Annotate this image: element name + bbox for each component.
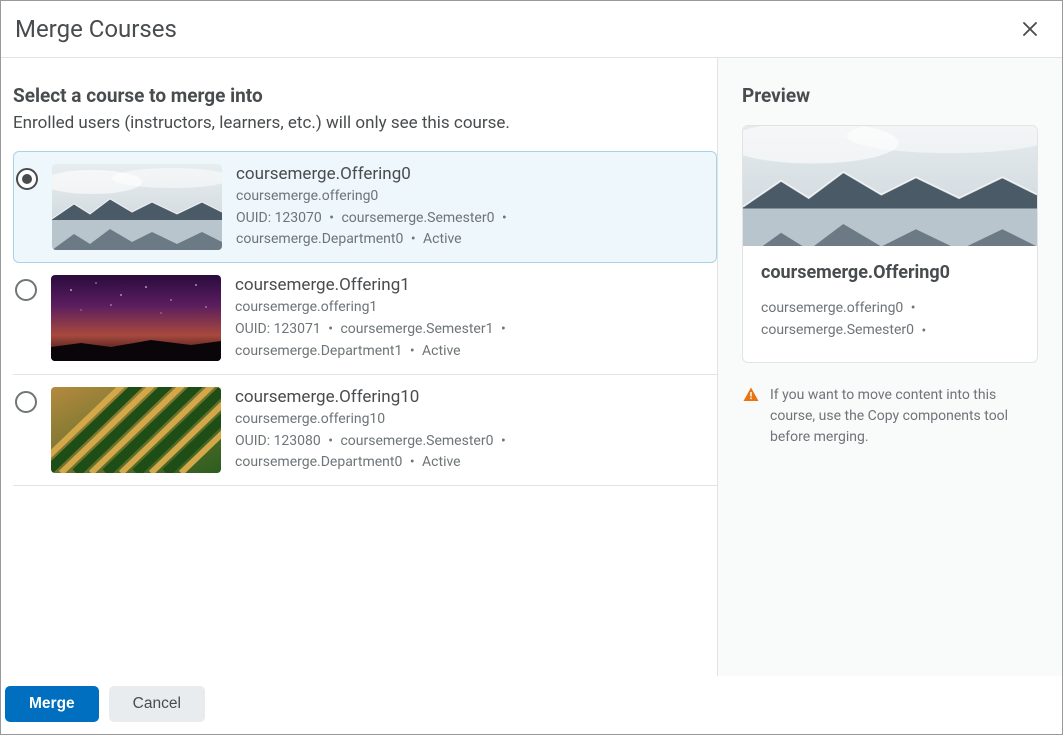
course-name: coursemerge.Offering10	[235, 387, 705, 407]
course-item[interactable]: coursemerge.Offering10 coursemerge.offer…	[13, 375, 717, 486]
preview-warning: If you want to move content into this co…	[742, 385, 1038, 448]
warning-icon	[742, 386, 760, 404]
preview-course-code: coursemerge.offering0 •	[761, 297, 1019, 319]
course-code: coursemerge.offering10	[235, 411, 705, 427]
course-details: coursemerge.Offering10 coursemerge.offer…	[235, 387, 705, 473]
dialog-footer: Merge Cancel	[1, 676, 1062, 734]
course-list: coursemerge.Offering0 coursemerge.offeri…	[13, 151, 717, 486]
dialog-header: Merge Courses	[1, 1, 1062, 58]
radio-button[interactable]	[15, 279, 37, 301]
course-meta: OUID: 123080 • coursemerge.Semester0 • c…	[235, 431, 705, 473]
section-heading: Select a course to merge into	[13, 84, 717, 107]
course-selection-pane: Select a course to merge into Enrolled u…	[1, 58, 717, 676]
course-meta: OUID: 123070 • coursemerge.Semester0 • c…	[236, 208, 704, 250]
course-code: coursemerge.offering1	[235, 299, 705, 315]
course-item[interactable]: coursemerge.Offering1 coursemerge.offeri…	[13, 263, 717, 374]
preview-card: coursemerge.Offering0 coursemerge.offeri…	[742, 125, 1038, 363]
preview-pane: Preview coursemerge.Offering0 coursemerg…	[717, 58, 1062, 676]
cancel-button[interactable]: Cancel	[109, 686, 205, 722]
preview-warning-text: If you want to move content into this co…	[770, 385, 1038, 448]
course-details: coursemerge.Offering1 coursemerge.offeri…	[235, 275, 705, 361]
preview-course-name: coursemerge.Offering0	[761, 262, 1019, 283]
preview-title: Preview	[742, 84, 1038, 107]
radio-button[interactable]	[16, 168, 38, 190]
course-name: coursemerge.Offering0	[236, 164, 704, 184]
preview-course-semester: coursemerge.Semester0 •	[761, 319, 1019, 341]
course-thumbnail	[51, 387, 221, 473]
course-name: coursemerge.Offering1	[235, 275, 705, 295]
course-meta: OUID: 123071 • coursemerge.Semester1 • c…	[235, 319, 705, 361]
merge-button[interactable]: Merge	[5, 686, 99, 722]
radio-button[interactable]	[15, 391, 37, 413]
close-icon	[1021, 20, 1039, 38]
course-code: coursemerge.offering0	[236, 188, 704, 204]
dialog-title: Merge Courses	[15, 15, 177, 43]
course-item[interactable]: coursemerge.Offering0 coursemerge.offeri…	[13, 151, 717, 263]
close-button[interactable]	[1016, 15, 1044, 43]
dialog-body: Select a course to merge into Enrolled u…	[1, 58, 1062, 676]
course-thumbnail	[52, 164, 222, 250]
preview-card-body: coursemerge.Offering0 coursemerge.offeri…	[743, 246, 1037, 362]
section-subheading: Enrolled users (instructors, learners, e…	[13, 113, 717, 133]
course-thumbnail	[51, 275, 221, 361]
preview-thumbnail	[743, 126, 1037, 246]
course-details: coursemerge.Offering0 coursemerge.offeri…	[236, 164, 704, 250]
